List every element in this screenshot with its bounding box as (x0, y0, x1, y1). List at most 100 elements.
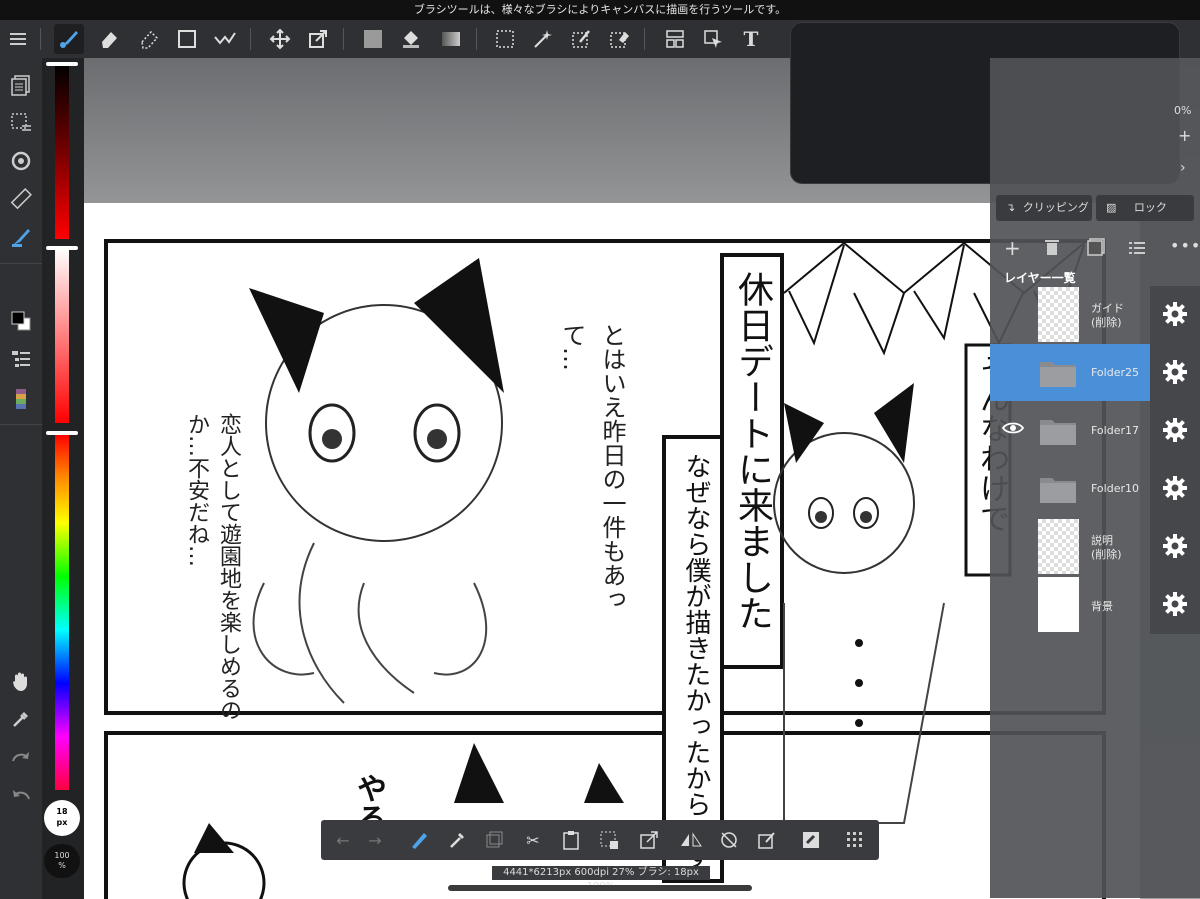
list-icon[interactable] (1129, 240, 1145, 259)
fill-selection-icon[interactable] (797, 826, 825, 854)
brush-color-icon[interactable] (6, 222, 36, 252)
paste-icon[interactable] (557, 826, 585, 854)
brush-size-value: 18 (56, 807, 68, 816)
layer-name: Folder10 (1091, 482, 1139, 495)
layer-name: 背景 (1091, 600, 1113, 613)
undo-icon[interactable] (6, 780, 36, 810)
eraser-icon[interactable] (94, 24, 124, 54)
redo-arrow-icon[interactable]: → (361, 826, 389, 854)
layer-name: Folder17 (1091, 424, 1139, 437)
folder-icon (1040, 478, 1076, 503)
move-icon[interactable] (265, 24, 295, 54)
brush-icon[interactable] (54, 24, 84, 54)
gear-icon[interactable] (1162, 475, 1188, 501)
eyedropper-mini-icon[interactable] (443, 826, 471, 854)
select-all-icon[interactable] (595, 826, 623, 854)
clipping-button[interactable]: ↴ クリッピング (996, 195, 1092, 221)
handwritten-text-2: 恋人として遊園地を楽しめるのか…不安だね… (184, 413, 241, 721)
redo-icon[interactable] (6, 742, 36, 772)
rect-icon[interactable] (172, 24, 202, 54)
frame-icon[interactable] (660, 24, 690, 54)
layer-list-icon[interactable] (6, 344, 36, 374)
grid-icon[interactable] (841, 826, 869, 854)
selection-icon[interactable] (6, 108, 36, 138)
bottom-action-bar: ← → ✂ (321, 820, 879, 860)
layer-panel: 0% + › ↴ クリッピング ▨ ロック + ••• レイヤー一覧 ガイド (… (990, 58, 1200, 898)
gear-icon[interactable] (1162, 417, 1188, 443)
saturation-slider[interactable] (55, 248, 69, 423)
cursor-icon[interactable] (698, 24, 728, 54)
gradient-icon[interactable] (436, 24, 466, 54)
lock-button[interactable]: ▨ ロック (1096, 195, 1194, 221)
hand-icon[interactable] (6, 666, 36, 696)
layer-name: Folder25 (1091, 366, 1139, 379)
gear-icon[interactable] (1162, 533, 1188, 559)
opacity-unit: % (58, 861, 66, 870)
layer-row-folder25[interactable]: Folder25 (990, 344, 1150, 401)
scissors-icon[interactable]: ✂ (519, 826, 547, 854)
hue-knob[interactable] (46, 431, 78, 435)
brush-mini-icon[interactable] (405, 826, 433, 854)
select-eraser-icon[interactable] (604, 24, 634, 54)
select-rect-icon[interactable] (490, 24, 520, 54)
clear-icon[interactable] (753, 826, 781, 854)
fill-color-icon[interactable] (358, 24, 388, 54)
hue-slider[interactable] (55, 434, 69, 790)
layer-row-folder10[interactable]: Folder10 (990, 460, 1150, 517)
gear-icon[interactable] (1162, 301, 1188, 327)
blur-icon[interactable] (134, 24, 164, 54)
layer-sub: (削除) (1091, 548, 1122, 561)
saturation-knob[interactable] (46, 246, 78, 250)
zoom-hint: 0% (1174, 104, 1192, 117)
rotate-icon[interactable] (6, 146, 36, 176)
layer-row-explanation[interactable]: 説明 (削除) (990, 518, 1150, 575)
bucket-icon[interactable] (396, 24, 426, 54)
layer-row-folder17[interactable]: Folder17 (990, 402, 1150, 459)
color-swatch-icon[interactable] (6, 306, 36, 336)
copy-icon[interactable] (481, 826, 509, 854)
text-icon[interactable]: T (736, 24, 766, 54)
red-slider[interactable] (55, 64, 69, 239)
home-indicator[interactable] (448, 885, 752, 891)
eyedropper-icon[interactable] (6, 704, 36, 734)
layer-image-icon[interactable] (1087, 238, 1105, 260)
rotate-off-icon[interactable] (715, 826, 743, 854)
layers-icon[interactable] (6, 70, 36, 100)
clipping-label: クリッピング (1022, 201, 1089, 214)
pen-check-icon[interactable] (210, 24, 240, 54)
brush-size-unit: px (56, 818, 68, 827)
layer-list-title: レイヤー一覧 (1004, 271, 1076, 285)
clipping-icon: ↴ (1006, 201, 1016, 214)
layer-row-guide[interactable]: ガイド (削除) (990, 286, 1150, 343)
gear-icon[interactable] (1162, 359, 1188, 385)
flip-icon[interactable] (677, 826, 705, 854)
manga-page[interactable]: 休日デートに来ました なぜなら僕が描きたかったからです とはいえ昨日の一件もあっ… (84, 203, 1140, 899)
layer-thumbnail (1038, 577, 1079, 632)
more-icon[interactable]: ••• (1170, 236, 1200, 255)
add-small-icon[interactable]: + (1178, 126, 1191, 145)
opacity-value: 100 (54, 851, 70, 860)
red-knob[interactable] (46, 62, 78, 66)
palette-icon[interactable] (6, 384, 36, 414)
folder-icon (1040, 362, 1076, 387)
menu-icon[interactable] (4, 24, 34, 54)
gear-icon[interactable] (1162, 591, 1188, 617)
transform-mini-icon[interactable] (635, 826, 663, 854)
layer-thumbnail (1038, 287, 1079, 342)
layer-settings-column (1150, 286, 1200, 634)
transform-icon[interactable] (303, 24, 333, 54)
canvas-info-bar: 4441*6213px 600dpi 27% ブラシ: 18px 100% (492, 866, 710, 892)
layer-thumbnail (1038, 519, 1079, 574)
undo-arrow-icon[interactable]: ← (329, 826, 357, 854)
ruler-icon[interactable] (6, 184, 36, 214)
layer-row-background[interactable]: 背景 (990, 576, 1150, 633)
trash-icon[interactable] (1044, 238, 1060, 260)
magic-wand-icon[interactable] (528, 24, 558, 54)
eye-icon[interactable] (1001, 420, 1025, 439)
select-pen-icon[interactable] (566, 24, 596, 54)
add-layer-icon[interactable]: + (1004, 236, 1021, 260)
chevron-right-icon[interactable]: › (1180, 160, 1186, 176)
folder-icon (1040, 420, 1076, 445)
brush-size-indicator[interactable]: 18 px (44, 800, 80, 836)
opacity-indicator[interactable]: 100 % (44, 844, 80, 878)
